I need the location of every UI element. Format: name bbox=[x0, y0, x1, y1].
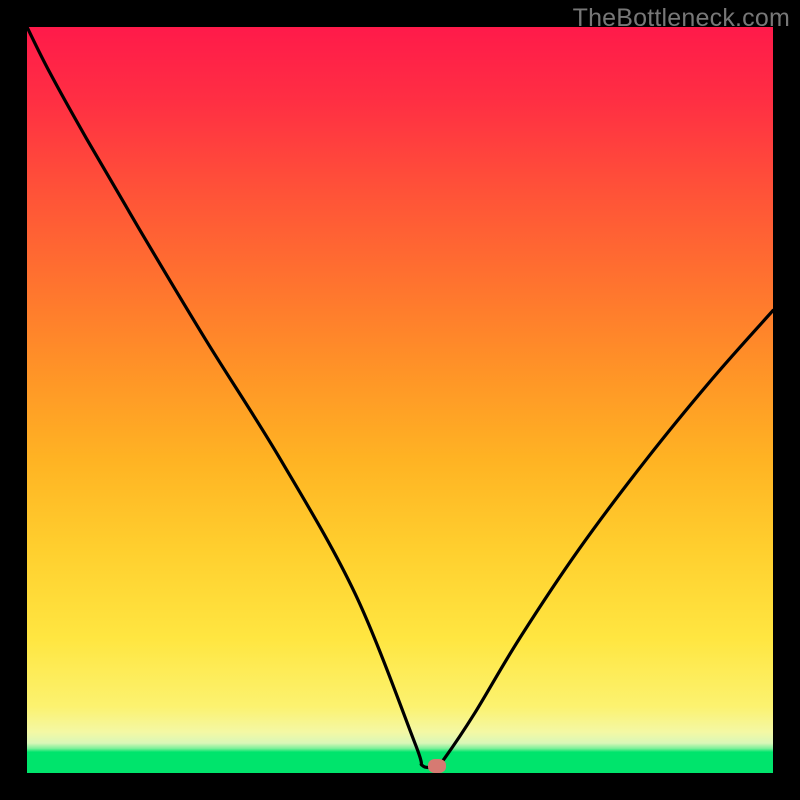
chart-frame: TheBottleneck.com bbox=[0, 0, 800, 800]
watermark-label: TheBottleneck.com bbox=[573, 4, 790, 33]
bottleneck-curve bbox=[27, 27, 773, 773]
optimal-point-marker bbox=[428, 759, 446, 773]
plot-area bbox=[27, 27, 773, 773]
